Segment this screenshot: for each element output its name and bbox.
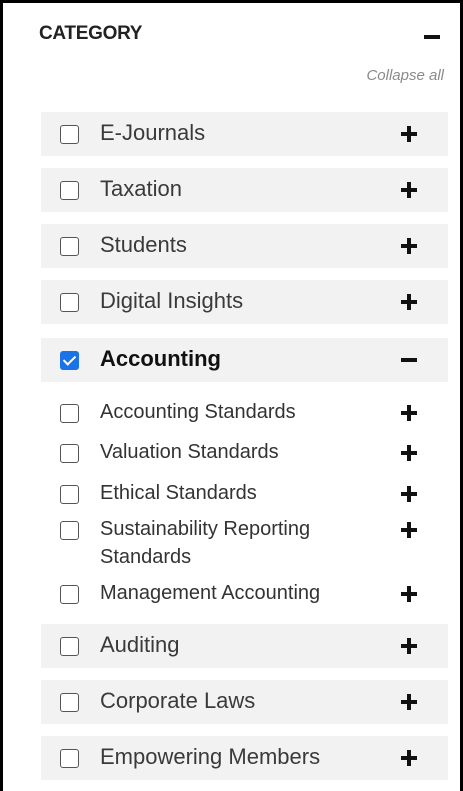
category-filter-panel: CATEGORY Collapse all E-Journals Taxatio… — [0, 0, 463, 791]
checkbox[interactable] — [60, 181, 79, 200]
expand-plus-icon[interactable] — [401, 445, 417, 461]
category-label: Students — [100, 232, 187, 257]
subcategory-label: Management Accounting — [100, 582, 321, 604]
collapse-all-link[interactable]: Collapse all — [366, 67, 444, 84]
checkbox-checked[interactable] — [60, 351, 79, 370]
category-row-auditing[interactable]: Auditing — [41, 624, 448, 668]
category-row-e-journals[interactable]: E-Journals — [41, 112, 448, 156]
expand-plus-icon[interactable] — [401, 294, 417, 310]
subcategory-label: Valuation Standards — [100, 441, 279, 463]
collapse-minus-icon[interactable] — [401, 358, 417, 362]
expand-plus-icon[interactable] — [401, 405, 417, 421]
category-label: Digital Insights — [100, 288, 244, 313]
expand-plus-icon[interactable] — [401, 750, 417, 766]
category-label: Accounting — [100, 346, 221, 371]
category-row-taxation[interactable]: Taxation — [41, 168, 448, 212]
category-label: Taxation — [100, 176, 182, 201]
category-label: Auditing — [100, 632, 180, 657]
subcategory-item-sustainability-reporting-standards[interactable]: Sustainability Reporting Standards — [41, 512, 448, 574]
checkbox[interactable] — [60, 237, 79, 256]
category-header[interactable]: CATEGORY — [39, 19, 444, 49]
subcategory-item-accounting-standards[interactable]: Accounting Standards — [41, 395, 448, 429]
checkbox[interactable] — [60, 521, 79, 540]
collapse-minus-icon[interactable] — [424, 35, 440, 39]
category-title: CATEGORY — [39, 23, 143, 44]
category-row-students[interactable]: Students — [41, 224, 448, 268]
expand-plus-icon[interactable] — [401, 182, 417, 198]
checkbox[interactable] — [60, 404, 79, 423]
checkbox[interactable] — [60, 637, 79, 656]
category-row-accounting[interactable]: Accounting — [41, 338, 448, 382]
checkbox[interactable] — [60, 693, 79, 712]
checkbox[interactable] — [60, 125, 79, 144]
expand-plus-icon[interactable] — [401, 486, 417, 502]
expand-plus-icon[interactable] — [401, 586, 417, 602]
subcategory-item-valuation-standards[interactable]: Valuation Standards — [41, 435, 448, 469]
checkbox[interactable] — [60, 749, 79, 768]
expand-plus-icon[interactable] — [401, 522, 417, 538]
subcategory-label: Accounting Standards — [100, 401, 296, 423]
category-label: Empowering Members — [100, 744, 321, 769]
checkbox[interactable] — [60, 485, 79, 504]
checkbox[interactable] — [60, 293, 79, 312]
subcategory-item-ethical-standards[interactable]: Ethical Standards — [41, 476, 448, 510]
checkbox[interactable] — [60, 585, 79, 604]
category-row-corporate-laws[interactable]: Corporate Laws — [41, 680, 448, 724]
expand-plus-icon[interactable] — [401, 638, 417, 654]
category-label: Corporate Laws — [100, 688, 256, 713]
category-row-digital-insights[interactable]: Digital Insights — [41, 280, 448, 324]
expand-plus-icon[interactable] — [401, 238, 417, 254]
category-row-empowering-members[interactable]: Empowering Members — [41, 736, 448, 780]
expand-plus-icon[interactable] — [401, 694, 417, 710]
subcategory-label: Sustainability Reporting Standards — [100, 518, 311, 568]
category-label: E-Journals — [100, 120, 206, 145]
subcategory-label: Ethical Standards — [100, 482, 257, 504]
expand-plus-icon[interactable] — [401, 126, 417, 142]
subcategory-item-management-accounting[interactable]: Management Accounting — [41, 576, 448, 610]
checkbox[interactable] — [60, 444, 79, 463]
